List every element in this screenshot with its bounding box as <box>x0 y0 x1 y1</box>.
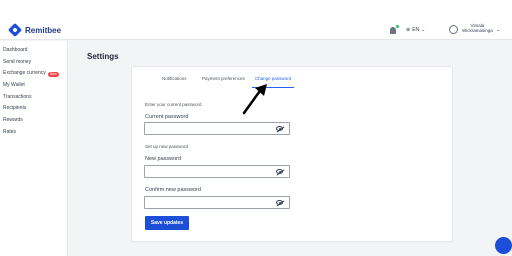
sidebar-item-label: Dashboard <box>3 47 28 53</box>
new-badge: New <box>47 71 59 77</box>
sidebar-item-label: My Wallet <box>3 82 25 89</box>
sidebar-item-exchange-currency[interactable]: Exchange currency New <box>0 68 67 80</box>
user-name: Vimala Wickramasinga <box>462 23 493 33</box>
confirm-password-input[interactable] <box>144 196 290 209</box>
new-password-input[interactable] <box>144 165 290 178</box>
chat-icon[interactable] <box>495 237 512 254</box>
logo-icon <box>7 22 23 38</box>
confirm-password-label: Confirm new password <box>145 187 201 193</box>
tab-notifications[interactable]: Notifications <box>162 76 187 88</box>
current-password-input[interactable] <box>144 122 290 135</box>
sidebar-item-label: Rewards <box>3 117 23 124</box>
tab-payment-preferences[interactable]: Payment preferences <box>202 76 245 88</box>
brand-name: Remitbee <box>25 25 62 35</box>
sidebar-item-dashboard[interactable]: Dashboard <box>0 45 67 57</box>
sidebar-item-label: Send money <box>3 58 32 65</box>
bell-icon[interactable] <box>390 27 396 34</box>
settings-card: Notifications Payment preferences Change… <box>131 66 453 242</box>
new-password-label: New password <box>145 156 182 162</box>
user-last-name: Wickramasinga <box>462 28 493 33</box>
sidebar-item-label: Rates <box>3 128 17 135</box>
sidebar-item-rewards[interactable]: Rewards <box>0 115 67 127</box>
settings-tabs: Notifications Payment preferences Change… <box>132 76 452 88</box>
eye-off-icon[interactable] <box>276 126 283 131</box>
sidebar-item-rates[interactable]: Rates <box>0 127 67 139</box>
sidebar-item-transactions[interactable]: Transactions <box>0 92 67 104</box>
chevron-down-icon: ⌄ <box>421 27 426 33</box>
sidebar-item-send-money[interactable]: Send money <box>0 57 67 69</box>
current-password-section-label: Enter your current password <box>145 102 202 107</box>
current-password-label: Current password <box>145 114 189 120</box>
sidebar-item-label: Transactions <box>3 93 32 100</box>
user-menu[interactable]: Vimala Wickramasinga <box>449 23 493 34</box>
avatar-icon <box>449 25 458 34</box>
arrow-annotation <box>242 84 267 115</box>
chevron-down-icon[interactable]: ⌄ <box>496 27 500 33</box>
page-title: Settings <box>87 52 119 61</box>
top-header: Remitbee ⊕ EN ⌄ Vimala Wickramasinga ⌄ <box>0 0 512 40</box>
sidebar-item-label: Exchange currency <box>3 70 46 77</box>
notification-dot <box>396 25 399 28</box>
save-updates-button[interactable]: Save updates <box>145 216 189 230</box>
sidebar-item-my-wallet[interactable]: My Wallet <box>0 80 67 92</box>
eye-off-icon[interactable] <box>276 200 283 205</box>
language-label: EN <box>412 27 420 33</box>
logo[interactable]: Remitbee <box>7 22 62 38</box>
globe-icon: ⊕ <box>406 27 411 33</box>
sidebar: Dashboard Send money Exchange currency N… <box>0 41 68 256</box>
eye-off-icon[interactable] <box>276 169 283 174</box>
sidebar-item-label: Recipients <box>3 105 27 112</box>
new-password-section-label: Set up new password <box>145 144 189 149</box>
language-selector[interactable]: ⊕ EN ⌄ <box>406 27 425 33</box>
sidebar-item-recipients[interactable]: Recipients <box>0 103 67 115</box>
